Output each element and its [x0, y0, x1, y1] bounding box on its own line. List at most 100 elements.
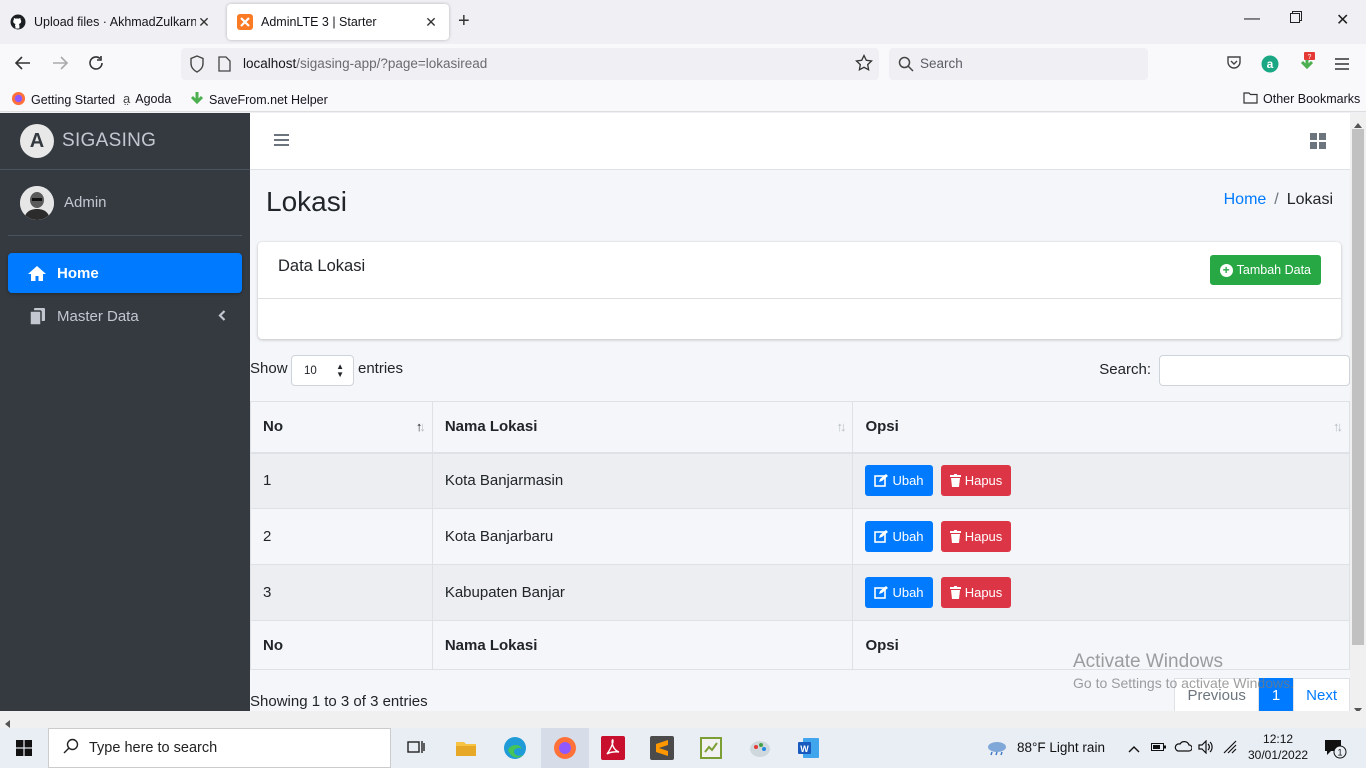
column-header-no[interactable]: No ↑↓ [250, 401, 433, 454]
show-label: Show [250, 360, 288, 377]
browser-tab-bar: Upload files · AkhmadZulkarnai ✕ AdminLT… [0, 0, 1366, 44]
weather-rain-icon[interactable] [986, 740, 1008, 761]
close-tab-icon[interactable]: ✕ [423, 14, 439, 31]
user-panel[interactable]: Admin [8, 170, 242, 236]
sidebar-item-label: Home [57, 264, 99, 282]
xampp-icon [237, 14, 253, 30]
weather-text[interactable]: 88°F Light rain [1017, 740, 1105, 755]
close-tab-icon[interactable]: ✕ [196, 14, 212, 31]
onedrive-icon[interactable] [1174, 740, 1193, 755]
delete-button[interactable]: Hapus [940, 521, 1012, 552]
savefrom-extension-icon[interactable]: ? [1297, 52, 1317, 77]
notification-icon[interactable]: 1 [1324, 739, 1348, 764]
select-arrows-icon: ▲ ▼ [336, 362, 344, 379]
forward-icon[interactable] [51, 54, 69, 77]
volume-icon[interactable] [1198, 739, 1214, 757]
next-page-button[interactable]: Next [1293, 678, 1350, 711]
breadcrumb-current: Lokasi [1286, 191, 1333, 208]
entries-select[interactable]: 10 ▲ ▼ [291, 355, 354, 386]
sort-icon: ↑↓ [836, 419, 846, 434]
avatar [20, 185, 54, 220]
control-sidebar-icon[interactable] [1310, 133, 1326, 154]
minimize-icon[interactable]: — [1244, 10, 1260, 28]
reload-icon[interactable] [87, 54, 105, 77]
agoda-icon: a̤ [123, 91, 131, 106]
edit-button[interactable]: Ubah [865, 465, 933, 497]
tab-title: Upload files · AkhmadZulkarnai [34, 15, 196, 29]
restore-icon[interactable] [1290, 10, 1302, 28]
footer-no: No [250, 620, 433, 670]
tab-upload-files[interactable]: Upload files · AkhmadZulkarnai ✕ [0, 4, 222, 40]
cell-nama-lokasi: Kabupaten Banjar [431, 564, 854, 621]
chevron-up-icon[interactable] [1128, 741, 1140, 756]
add-data-button[interactable]: + Tambah Data [1209, 255, 1321, 285]
delete-button[interactable]: Hapus [940, 465, 1012, 497]
vertical-scrollbar[interactable] [1350, 113, 1366, 713]
file-explorer-icon[interactable] [454, 736, 478, 760]
edge-icon[interactable] [503, 736, 527, 760]
breadcrumb-separator: / [1274, 191, 1279, 208]
search-label: Search: [1099, 361, 1151, 378]
tab-adminlte[interactable]: AdminLTE 3 | Starter ✕ [227, 4, 449, 40]
bookmark-star-icon[interactable] [855, 53, 873, 77]
delete-button[interactable]: Hapus [940, 577, 1012, 608]
wifi-icon[interactable] [1222, 739, 1238, 758]
windows-start-icon[interactable] [16, 740, 32, 761]
github-icon [10, 14, 26, 30]
bookmarks-bar: Getting Started a̤ Agoda SaveFrom.net He… [0, 86, 1366, 112]
horizontal-scrollbar[interactable] [0, 711, 1366, 728]
other-bookmarks[interactable]: Other Bookmarks [1243, 91, 1360, 107]
pocket-icon[interactable] [1226, 55, 1242, 76]
notepad-icon[interactable] [699, 736, 723, 760]
column-header-opsi[interactable]: Opsi ↑↓ [852, 401, 1350, 454]
task-view-icon[interactable] [405, 736, 429, 760]
edit-icon [874, 474, 889, 488]
taskbar-clock[interactable]: 12:12 30/01/2022 [1248, 731, 1308, 763]
browser-nav-bar: localhost/sigasing-app/?page=lokasiread … [0, 44, 1366, 86]
page-icon[interactable] [218, 56, 231, 77]
trash-icon [949, 530, 961, 543]
copy-icon [26, 307, 48, 326]
acrobat-icon[interactable] [601, 736, 625, 760]
table-search-input[interactable] [1159, 355, 1350, 386]
bookmark-savefrom[interactable]: SaveFrom.net Helper [190, 91, 328, 109]
paint-icon[interactable] [748, 736, 772, 760]
trash-icon [949, 586, 961, 599]
menu-icon[interactable] [1334, 55, 1350, 76]
bookmark-agoda[interactable]: a̤ Agoda [123, 91, 171, 106]
brand-text: SIGASING [62, 130, 157, 151]
url-bar[interactable]: localhost/sigasing-app/?page=lokasiread [181, 48, 879, 80]
agoda-extension-icon[interactable]: a [1261, 55, 1279, 78]
taskbar-search-box[interactable]: Type here to search [48, 728, 391, 768]
breadcrumb: Home / Lokasi [1224, 191, 1333, 209]
scrollbar-thumb[interactable] [1352, 129, 1364, 645]
new-tab-icon[interactable]: + [458, 10, 470, 33]
breadcrumb-home-link[interactable]: Home [1224, 191, 1267, 208]
shield-icon[interactable] [189, 55, 205, 78]
word-icon[interactable]: W [797, 736, 821, 760]
sidebar-item-home[interactable]: Home [8, 253, 242, 293]
sidebar-item-master-data[interactable]: Master Data [8, 296, 242, 336]
brand-link[interactable]: A SIGASING [0, 113, 250, 170]
card-title: Data Lokasi [278, 257, 366, 275]
top-navbar [250, 113, 1350, 170]
sublime-text-icon[interactable] [650, 736, 674, 760]
hamburger-menu-icon[interactable] [274, 133, 289, 152]
firefox-taskbar-button[interactable] [541, 728, 589, 768]
column-header-nama-lokasi[interactable]: Nama Lokasi ↑↓ [431, 401, 854, 454]
bookmark-getting-started[interactable]: Getting Started [11, 91, 115, 109]
search-icon [898, 56, 914, 77]
folder-icon [1243, 91, 1258, 107]
battery-icon[interactable] [1151, 741, 1167, 756]
edit-button[interactable]: Ubah [865, 577, 933, 608]
close-window-icon[interactable]: ✕ [1336, 10, 1349, 30]
browser-search-bar[interactable]: Search [889, 48, 1148, 80]
edit-button[interactable]: Ubah [865, 521, 933, 552]
data-card: Data Lokasi + Tambah Data [258, 242, 1341, 339]
savefrom-icon [190, 91, 204, 109]
lokasi-table: No ↑↓ Nama Lokasi ↑↓ Opsi ↑↓ 1 Kota Banjarm… [250, 401, 1350, 670]
back-icon[interactable] [14, 54, 32, 77]
page-viewport: A SIGASING Admin Home Master Data Lokasi… [0, 113, 1350, 711]
svg-text:W: W [800, 744, 809, 754]
sidebar-item-label: Master Data [57, 307, 139, 325]
